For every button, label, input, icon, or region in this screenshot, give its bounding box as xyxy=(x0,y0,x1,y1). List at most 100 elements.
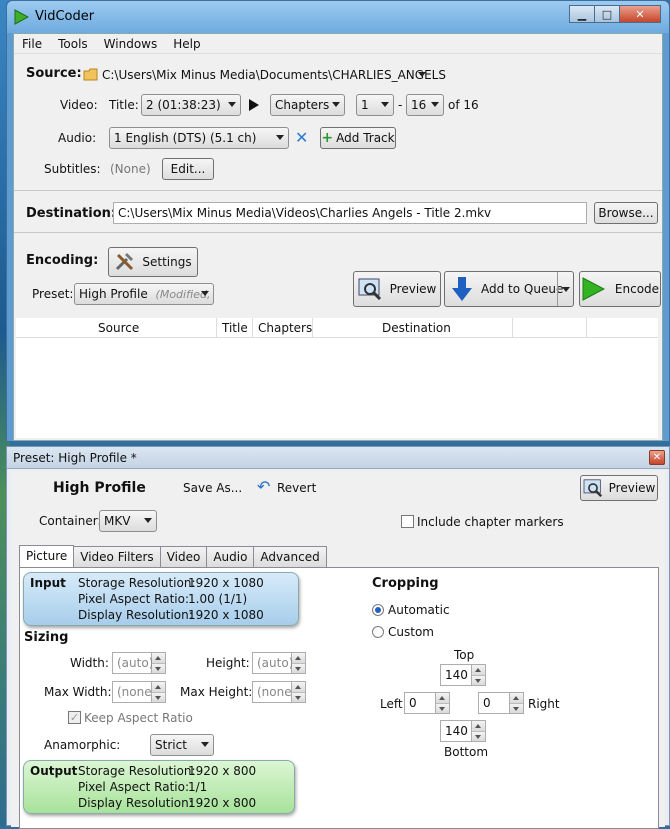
max-height-value: (none) xyxy=(252,681,296,703)
preview-button[interactable]: Preview xyxy=(353,271,441,307)
crop-left-value: 0 xyxy=(404,692,436,714)
max-width-up-icon[interactable] xyxy=(152,682,165,693)
preset-preview-button[interactable]: Preview xyxy=(580,475,658,501)
edit-subtitles-button[interactable]: Edit... xyxy=(162,158,214,180)
crop-top-value: 140 xyxy=(440,664,472,686)
column-title[interactable]: Title xyxy=(222,321,248,335)
queue-split-dropdown[interactable] xyxy=(557,272,573,306)
destination-input[interactable]: C:\Users\Mix Minus Media\Videos\Charlies… xyxy=(113,202,587,224)
crop-right-down-icon[interactable] xyxy=(510,703,523,713)
keep-aspect-checkbox[interactable]: ✓ xyxy=(68,711,81,724)
tab-audio[interactable]: Audio xyxy=(206,546,255,567)
revert-button[interactable]: Revert xyxy=(277,481,316,495)
folder-icon xyxy=(83,68,98,81)
chapter-start-select[interactable]: 1 xyxy=(356,94,394,116)
menu-file[interactable]: File xyxy=(14,34,50,53)
max-width-value: (none) xyxy=(112,681,156,703)
settings-button[interactable]: Settings xyxy=(108,247,198,277)
width-stepper[interactable]: (auto) xyxy=(112,652,166,674)
encode-button[interactable]: Encode xyxy=(579,271,661,307)
max-height-up-icon[interactable] xyxy=(292,682,305,693)
column-source[interactable]: Source xyxy=(98,321,139,335)
tab-video[interactable]: Video xyxy=(159,546,208,567)
queue-header: Source Title Chapters Destination xyxy=(16,318,658,338)
max-height-stepper[interactable]: (none) xyxy=(252,681,306,703)
crop-top-stepper[interactable]: 140 xyxy=(440,664,486,686)
preset-close-button[interactable]: ✕ xyxy=(649,450,665,465)
column-destination[interactable]: Destination xyxy=(382,321,451,335)
destination-label: Destination: xyxy=(26,206,117,221)
container-select[interactable]: MKV xyxy=(99,510,157,532)
menu-windows[interactable]: Windows xyxy=(96,34,166,53)
play-icon[interactable] xyxy=(248,99,260,111)
crop-automatic-radio[interactable] xyxy=(372,604,384,616)
crop-bottom-stepper[interactable]: 140 xyxy=(440,720,486,742)
chevron-down-icon xyxy=(332,102,340,107)
max-height-label: Max Height: xyxy=(180,685,253,699)
crop-custom-label: Custom xyxy=(388,625,434,639)
remove-track-icon[interactable]: ✕ xyxy=(295,128,308,147)
source-dropdown-icon[interactable] xyxy=(418,72,426,77)
crop-right-up-icon[interactable] xyxy=(510,693,523,704)
add-track-button[interactable]: + Add Track xyxy=(320,127,396,149)
tab-picture[interactable]: Picture xyxy=(19,545,75,567)
play-icon xyxy=(582,277,605,301)
crop-bottom-down-icon[interactable] xyxy=(472,731,485,741)
browse-button[interactable]: Browse... xyxy=(594,202,658,224)
preset-window: Preset: High Profile * ✕ High Profile Sa… xyxy=(6,446,670,829)
crop-right-stepper[interactable]: 0 xyxy=(478,692,524,714)
input-title: Input xyxy=(30,576,66,590)
anamorphic-select[interactable]: Strict xyxy=(150,734,214,756)
width-up-icon[interactable] xyxy=(152,653,165,664)
preset-select[interactable]: High Profile (Modified, xyxy=(74,283,214,305)
main-window: VidCoder ▁ □ ✕ File Tools Windows Help S… xyxy=(6,0,670,442)
crop-left-up-icon[interactable] xyxy=(436,693,449,704)
crop-automatic-label: Automatic xyxy=(388,603,450,617)
tab-video-filters[interactable]: Video Filters xyxy=(73,546,161,567)
video-label: Video: xyxy=(60,98,98,112)
tab-advanced[interactable]: Advanced xyxy=(253,546,327,567)
width-label: Width: xyxy=(70,656,109,670)
height-up-icon[interactable] xyxy=(292,653,305,664)
crop-bottom-up-icon[interactable] xyxy=(472,721,485,732)
chapter-markers-checkbox[interactable] xyxy=(401,515,414,528)
sizing-title: Sizing xyxy=(24,630,69,645)
chevron-down-icon xyxy=(381,102,389,107)
crop-right-label: Right xyxy=(528,697,560,711)
crop-left-down-icon[interactable] xyxy=(436,703,449,713)
input-storage-value: 1920 x 1080 xyxy=(188,576,264,590)
save-as-button[interactable]: Save As... xyxy=(183,481,242,495)
picture-panel: Input Storage Resolution: 1920 x 1080 Pi… xyxy=(19,567,659,829)
audio-track-select[interactable]: 1 English (DTS) (5.1 ch) xyxy=(109,127,289,149)
column-chapters[interactable]: Chapters xyxy=(258,321,312,335)
max-height-down-icon[interactable] xyxy=(292,692,305,702)
column-divider xyxy=(586,318,587,338)
source-path[interactable]: C:\Users\Mix Minus Media\Documents\CHARL… xyxy=(102,68,446,82)
range-type-select[interactable]: Chapters xyxy=(270,94,345,116)
max-width-stepper[interactable]: (none) xyxy=(112,681,166,703)
crop-custom-radio[interactable] xyxy=(372,626,384,638)
crop-top-down-icon[interactable] xyxy=(472,675,485,685)
menu-tools[interactable]: Tools xyxy=(50,34,96,53)
subtitles-label: Subtitles: xyxy=(44,162,101,176)
chapter-end-select[interactable]: 16 xyxy=(406,94,444,116)
chevron-down-icon xyxy=(201,291,209,296)
title-select[interactable]: 2 (01:38:23) xyxy=(141,94,241,116)
queue-list[interactable] xyxy=(16,338,658,438)
maximize-button[interactable]: □ xyxy=(594,5,620,23)
height-stepper[interactable]: (auto) xyxy=(252,652,306,674)
menu-help[interactable]: Help xyxy=(165,34,208,53)
container-label: Container: xyxy=(39,514,102,528)
close-button[interactable]: ✕ xyxy=(619,5,661,23)
crop-bottom-value: 140 xyxy=(440,720,472,742)
minimize-button[interactable]: ▁ xyxy=(569,5,595,23)
height-down-icon[interactable] xyxy=(292,663,305,673)
max-width-down-icon[interactable] xyxy=(152,692,165,702)
column-divider xyxy=(312,318,313,338)
window-title: VidCoder xyxy=(35,9,95,24)
crop-top-up-icon[interactable] xyxy=(472,665,485,676)
anamorphic-value: Strict xyxy=(155,738,187,752)
add-to-queue-button[interactable]: Add to Queue xyxy=(444,271,574,307)
crop-left-stepper[interactable]: 0 xyxy=(404,692,450,714)
width-down-icon[interactable] xyxy=(152,663,165,673)
